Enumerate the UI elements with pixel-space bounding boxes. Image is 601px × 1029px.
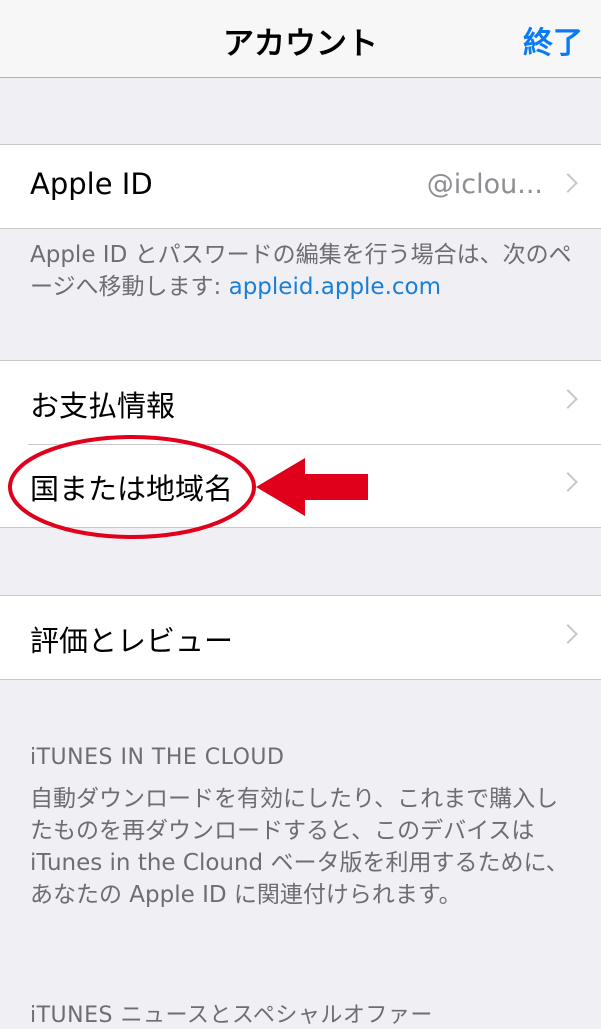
ratings-group: 評価とレビュー [0,595,601,680]
payment-info-row[interactable]: お支払情報 [0,361,601,444]
chevron-right-icon [558,472,578,492]
ratings-reviews-label: 評価とレビュー [30,624,234,658]
itunes-news-header: iTUNES ニュースとスペシャルオファー [30,1003,433,1028]
chevron-right-icon [558,624,578,644]
page-title: アカウント [223,26,378,62]
apple-id-footer: Apple ID とパスワードの編集を行う場合は、次のページへ移動します: ap… [30,239,575,303]
country-region-label: 国または地域名 [30,472,234,506]
done-button[interactable]: 終了 [523,18,583,62]
apple-id-value: @iclou... [426,169,543,200]
itunes-cloud-header: iTUNES IN THE CLOUD [30,745,285,770]
itunes-cloud-description: 自動ダウンロードを有効にしたり、これまで購入したものを再ダウンロードすると、この… [30,786,569,908]
apple-id-group: Apple ID @iclou... [0,144,601,229]
country-region-row[interactable]: 国または地域名 [0,444,601,527]
chevron-right-icon [558,173,578,193]
payment-info-label: お支払情報 [30,389,176,423]
apple-id-row[interactable]: Apple ID @iclou... [0,145,601,228]
ratings-reviews-row[interactable]: 評価とレビュー [0,596,601,679]
payment-group: お支払情報 国または地域名 [0,360,601,528]
chevron-right-icon [558,389,578,409]
navigation-bar: アカウント 終了 [0,0,601,78]
apple-id-label: Apple ID [30,167,153,201]
appleid-link[interactable]: appleid.apple.com [229,274,441,300]
